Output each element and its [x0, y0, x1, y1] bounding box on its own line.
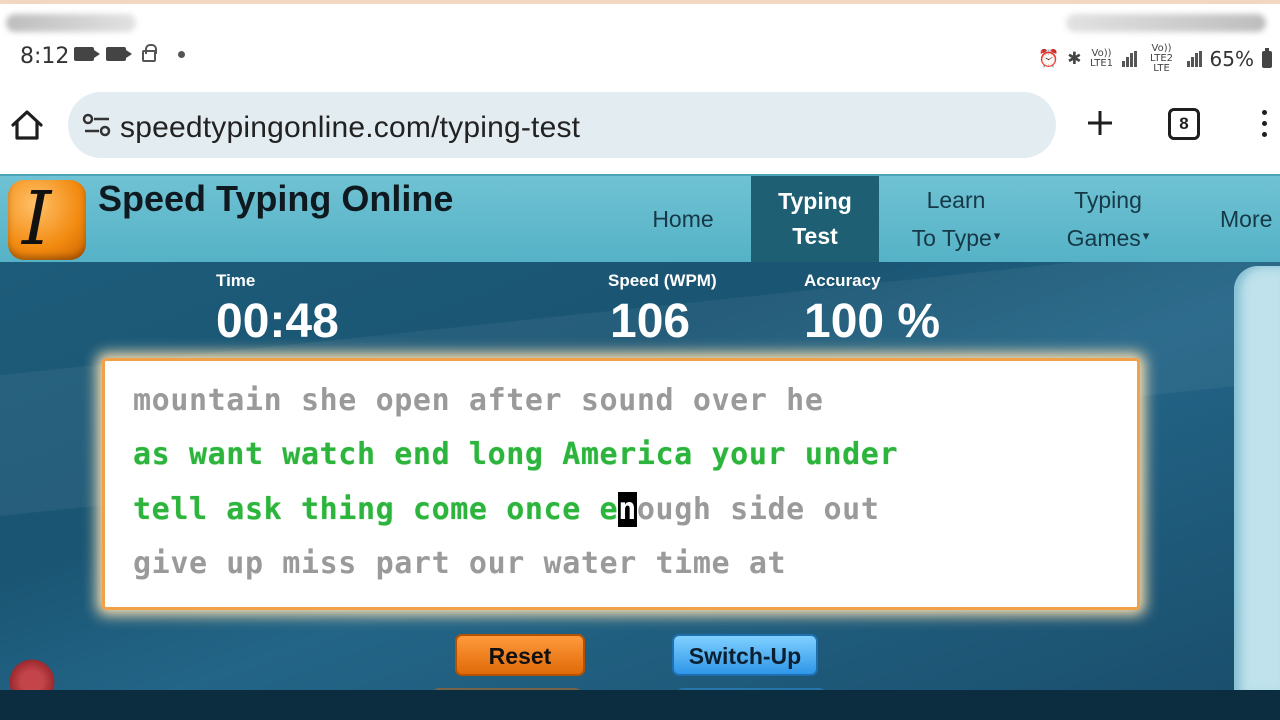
- dot-icon: [178, 50, 185, 58]
- nav-more[interactable]: More: [1210, 176, 1280, 262]
- nav-games-label-1: Typing: [1074, 186, 1142, 213]
- time-label: Time: [216, 271, 256, 290]
- accuracy-value: 100 %: [804, 295, 941, 348]
- signal-icon: [1186, 51, 1202, 67]
- bottom-strip: [0, 690, 1280, 720]
- status-time: 8:12: [20, 44, 70, 69]
- network-label-2: Vo)) LTE2 LTE: [1150, 43, 1174, 74]
- typing-text-box[interactable]: mountain she open after sound over he as…: [102, 358, 1140, 610]
- home-icon[interactable]: [8, 106, 46, 144]
- logo-letter: I: [22, 180, 52, 260]
- network-label-1: Vo)) LTE1: [1090, 48, 1114, 69]
- notification-strip: [0, 0, 1280, 4]
- tune-icon[interactable]: [82, 112, 112, 138]
- speed-label: Speed (WPM): [608, 271, 717, 290]
- nav-home-label: Home: [652, 205, 714, 232]
- battery-percent: 65%: [1209, 47, 1254, 71]
- alarm-icon: ⏰: [1038, 49, 1060, 69]
- url-text: speedtypingonline.com/typing-test: [120, 111, 581, 144]
- battery-icon: [1262, 47, 1272, 68]
- browser-toolbar: speedtypingonline.com/typing-test 8: [0, 88, 1280, 174]
- video-camera-icon: [74, 47, 100, 61]
- reset-button[interactable]: Reset: [455, 634, 585, 676]
- text-line-2: as want watch end long America your unde…: [133, 437, 899, 472]
- lock-icon: [142, 44, 157, 62]
- nav-typing-test-label-2: Test: [792, 223, 838, 249]
- site-logo[interactable]: I: [8, 180, 86, 260]
- site-title[interactable]: Speed Typing Online: [98, 178, 453, 220]
- nav-learn-label-1: Learn: [926, 186, 986, 213]
- record-indicator-icon: [6, 656, 58, 690]
- typing-test-area: Time 00:48 Speed (WPM) 106 Accuracy 100 …: [0, 262, 1280, 690]
- blurred-status-icons: [1066, 14, 1266, 32]
- blurred-notification-icons: [6, 14, 136, 32]
- untyped-text: ough side out: [636, 492, 880, 527]
- text-line-1: mountain she open after sound over he: [133, 383, 824, 418]
- nav-learn-label-2: To Type: [911, 224, 992, 251]
- more-vert-icon[interactable]: [1258, 110, 1270, 140]
- video-camera-icon: [106, 47, 132, 61]
- time-value: 00:48: [216, 295, 339, 348]
- speed-value: 106: [610, 295, 691, 348]
- nav-typing-test-label-1: Typing: [778, 188, 852, 214]
- text-line-3: tell ask thing come once enough side out: [133, 492, 879, 527]
- chevron-down-icon: ▾: [993, 227, 1001, 243]
- nav-more-label: More: [1220, 205, 1273, 232]
- status-bar: 8:12 ⏰ ✱ Vo)) LTE1 Vo)) LTE2 LTE 65%: [0, 0, 1280, 88]
- nav-typing-test[interactable]: Typing Test: [751, 176, 879, 262]
- chevron-down-icon: ▾: [1142, 227, 1150, 243]
- typed-text: tell ask thing come once e: [133, 492, 619, 527]
- signal-icon: [1121, 51, 1137, 67]
- text-cursor: n: [618, 492, 637, 527]
- switch-up-button[interactable]: Switch-Up: [672, 634, 818, 676]
- status-right-icons: ⏰ ✱ Vo)) LTE1 Vo)) LTE2 LTE 65%: [1038, 44, 1272, 74]
- plus-icon[interactable]: [1084, 107, 1116, 139]
- accuracy-label: Accuracy: [804, 271, 881, 290]
- nav-home[interactable]: Home: [636, 176, 730, 262]
- address-bar[interactable]: speedtypingonline.com/typing-test: [68, 92, 1056, 158]
- nav-learn-to-type[interactable]: Learn To Type ▾: [896, 176, 1016, 262]
- text-line-4: give up miss part our water time at: [133, 546, 787, 581]
- nav-typing-games[interactable]: Typing Games ▾: [1050, 176, 1166, 262]
- site-header: I Speed Typing Online Home Typing Test L…: [0, 174, 1280, 262]
- tabs-icon[interactable]: 8: [1168, 108, 1200, 140]
- bluetooth-icon: ✱: [1067, 49, 1082, 69]
- status-left-icons: [74, 44, 185, 62]
- nav-games-label-2: Games: [1066, 224, 1141, 251]
